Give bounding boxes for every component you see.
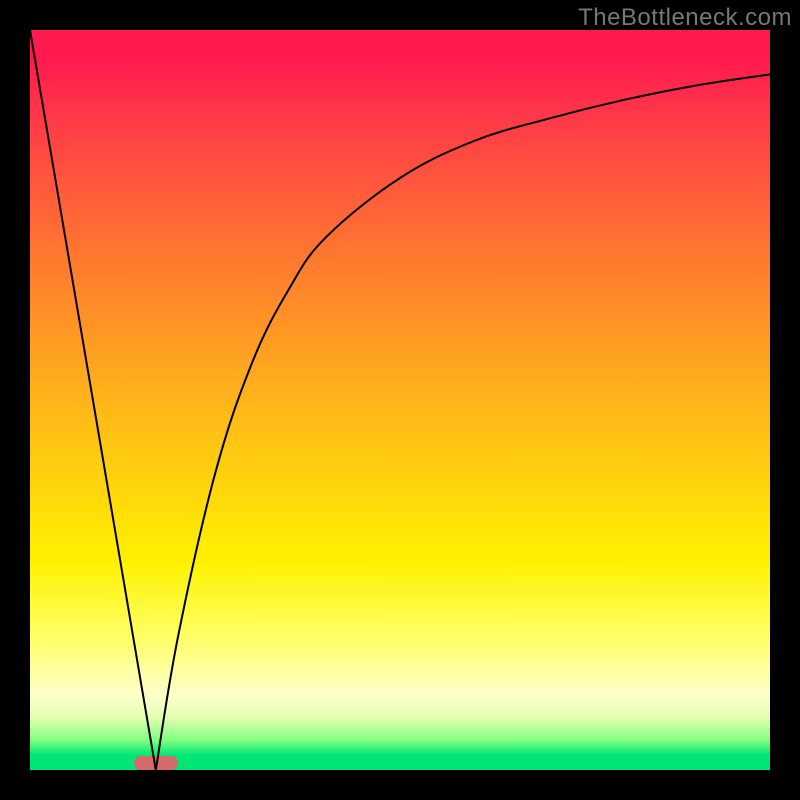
curve-right-segment [156,74,770,770]
plot-area [30,30,770,770]
watermark-text: TheBottleneck.com [578,4,792,32]
chart-frame: TheBottleneck.com [0,0,800,800]
bottleneck-curve [30,30,770,770]
curve-left-segment [30,30,156,770]
